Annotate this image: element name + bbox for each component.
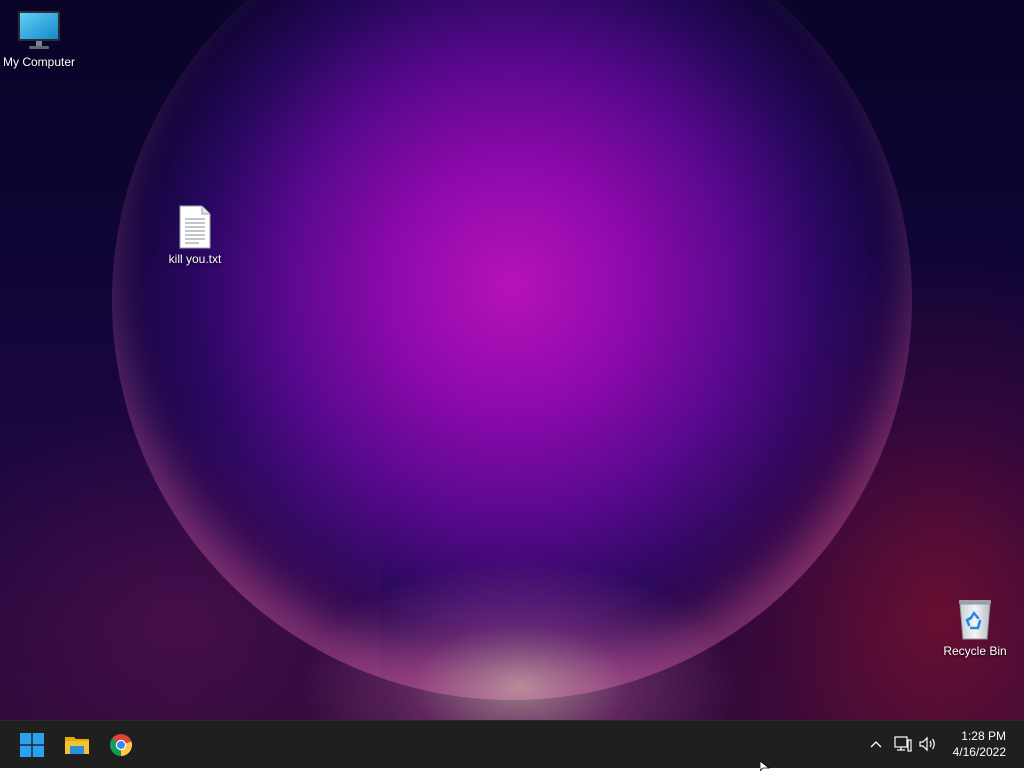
network-button[interactable] bbox=[893, 734, 913, 754]
desktop-icon-label: kill you.txt bbox=[168, 252, 222, 266]
folder-icon bbox=[65, 737, 89, 754]
file-explorer-button[interactable] bbox=[61, 729, 93, 761]
chrome-button[interactable] bbox=[105, 729, 137, 761]
mouse-pointer-icon bbox=[759, 758, 771, 776]
clock-date: 4/16/2022 bbox=[952, 745, 1006, 759]
chrome-icon bbox=[110, 734, 133, 756]
start-button[interactable] bbox=[16, 729, 48, 761]
desktop-icon-text-file[interactable]: kill you.txt bbox=[155, 205, 235, 266]
windows-logo-icon bbox=[20, 733, 44, 757]
monitor-icon bbox=[18, 11, 60, 49]
show-hidden-icons-button[interactable] bbox=[866, 734, 886, 754]
taskbar: 1:28 PM 4/16/2022 bbox=[0, 720, 1024, 768]
text-file-icon bbox=[179, 205, 211, 249]
recycle-bin-icon bbox=[959, 600, 991, 640]
desktop-icon-my-computer[interactable]: My Computer bbox=[0, 8, 79, 69]
desktop-icon-label: Recycle Bin bbox=[943, 644, 1007, 658]
volume-icon bbox=[919, 736, 935, 752]
volume-button[interactable] bbox=[918, 734, 938, 754]
taskbar-clock[interactable]: 1:28 PM 4/16/2022 bbox=[953, 728, 1006, 760]
clock-time: 1:28 PM bbox=[961, 729, 1006, 743]
network-icon bbox=[894, 736, 912, 752]
desktop-wallpaper: My Computer kill you.txt Recycle Bin bbox=[0, 0, 1024, 720]
desktop-icon-label: My Computer bbox=[2, 55, 76, 69]
chevron-up-icon bbox=[870, 741, 882, 748]
desktop-icon-recycle-bin[interactable]: Recycle Bin bbox=[935, 597, 1015, 658]
